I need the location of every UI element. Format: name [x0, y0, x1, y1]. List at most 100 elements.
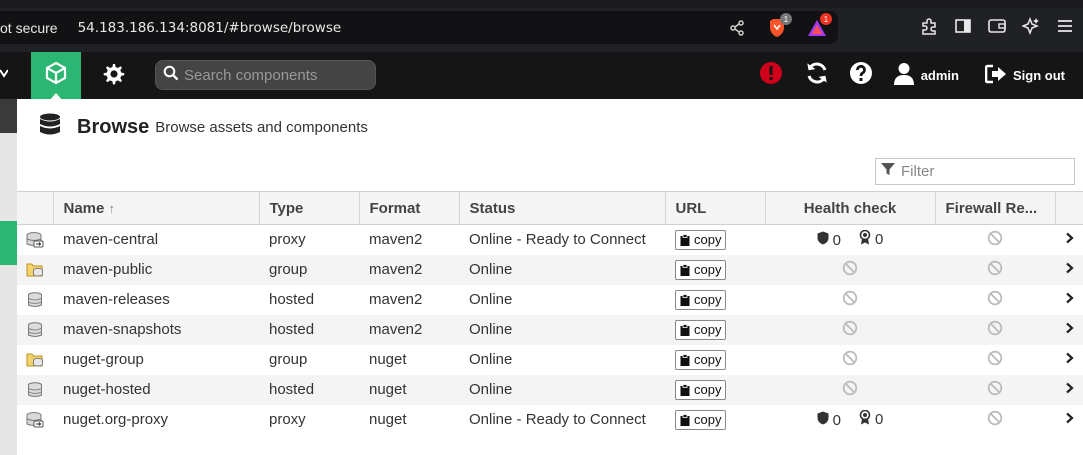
table-row[interactable]: maven-releases hosted maven2 Online copy — [17, 284, 1083, 315]
repo-type-cell — [17, 224, 53, 255]
column-header-firewall[interactable]: Firewall Re... — [935, 191, 1056, 225]
extensions-icon[interactable] — [919, 16, 939, 36]
refresh-button[interactable] — [805, 52, 829, 99]
user-menu[interactable]: admin — [893, 62, 959, 89]
wallet-icon[interactable] — [987, 16, 1007, 36]
copy-url-button[interactable]: copy — [675, 349, 727, 370]
repo-url-cell: copy — [665, 254, 765, 285]
admin-mode-button[interactable] — [100, 62, 128, 90]
share-icon[interactable] — [726, 17, 748, 39]
copy-url-button[interactable]: copy — [675, 319, 727, 340]
not-available-icon — [842, 350, 858, 366]
page-subtitle: Browse assets and components — [155, 119, 368, 136]
table-row[interactable]: nuget.org-proxy proxy nuget Online - Ready … — [17, 404, 1083, 435]
clipboard-icon — [680, 383, 690, 396]
page-header: Browse Browse assets and components — [39, 113, 368, 142]
help-button[interactable] — [849, 52, 873, 99]
row-expand-button[interactable] — [1055, 404, 1083, 435]
not-available-icon — [987, 290, 1003, 306]
chevron-right-icon — [1065, 232, 1074, 244]
health-check-security[interactable]: 0 — [817, 411, 841, 429]
repo-url-cell: copy — [665, 314, 765, 345]
copy-url-button[interactable]: copy — [675, 229, 727, 250]
table-row[interactable]: maven-public group maven2 Online copy — [17, 254, 1083, 285]
repo-format: maven2 — [359, 224, 459, 255]
search-box[interactable] — [155, 60, 376, 90]
repo-type-cell — [17, 314, 53, 345]
search-input[interactable] — [184, 66, 364, 84]
health-check-cell: 00 — [765, 224, 935, 255]
repo-name: maven-snapshots — [53, 314, 259, 345]
browser-toolbar: ot secure 54.183.186.134:8081/#browse/br… — [0, 0, 1083, 52]
alert-icon — [759, 61, 783, 90]
filter-input[interactable] — [901, 163, 1071, 180]
repo-format: maven2 — [359, 314, 459, 345]
column-header-icon — [17, 191, 54, 225]
row-expand-button[interactable] — [1055, 284, 1083, 315]
repo-status: Online - Ready to Connect — [459, 404, 665, 435]
health-check-cell — [765, 254, 935, 285]
repo-name: nuget-group — [53, 344, 259, 375]
repo-type: group — [259, 344, 359, 375]
health-check-cell: 00 — [765, 404, 935, 435]
clipboard-icon — [680, 323, 690, 336]
hosted-repo-icon — [27, 322, 43, 338]
url-text[interactable]: 54.183.186.134:8081/#browse/browse — [78, 20, 342, 36]
table-row[interactable]: nuget-group group nuget Online copy — [17, 344, 1083, 375]
shield-icon — [817, 231, 829, 249]
leo-ai-icon[interactable] — [1021, 16, 1041, 36]
health-check-license[interactable]: 0 — [859, 229, 883, 249]
brave-rewards-icon[interactable]: 1 — [806, 13, 832, 39]
table-row[interactable]: maven-central proxy maven2 Online - Ready t… — [17, 224, 1083, 255]
not-available-icon — [987, 350, 1003, 366]
browse-panel: Browse Browse assets and components Name… — [17, 99, 1083, 455]
proxy-repo-icon — [26, 232, 44, 248]
repo-format: maven2 — [359, 254, 459, 285]
row-expand-button[interactable] — [1055, 314, 1083, 345]
menu-icon[interactable] — [1055, 16, 1075, 36]
shield-icon — [817, 411, 829, 429]
copy-url-button[interactable]: copy — [675, 259, 727, 280]
clipboard-icon — [680, 263, 690, 276]
copy-url-button[interactable]: copy — [675, 379, 727, 400]
row-expand-button[interactable] — [1055, 224, 1083, 255]
column-header-name[interactable]: Name ↑ — [53, 191, 260, 225]
address-bar[interactable]: ot secure 54.183.186.134:8081/#browse/br… — [0, 11, 838, 44]
security-indicator[interactable]: ot secure — [0, 20, 58, 36]
column-header-status[interactable]: Status — [459, 191, 666, 225]
column-header-type[interactable]: Type — [259, 191, 360, 225]
hosted-repo-icon — [27, 382, 43, 398]
sign-out-button[interactable]: Sign out — [984, 64, 1065, 87]
shields-badge: 1 — [780, 13, 792, 25]
copy-url-button[interactable]: copy — [675, 289, 727, 310]
column-header-url[interactable]: URL — [665, 191, 766, 225]
system-alert-button[interactable] — [759, 52, 783, 99]
chevron-right-icon — [1065, 412, 1074, 424]
repo-status: Online — [459, 284, 665, 315]
column-header-format[interactable]: Format — [359, 191, 460, 225]
firewall-cell — [935, 344, 1055, 375]
health-check-security[interactable]: 0 — [817, 231, 841, 249]
row-expand-button[interactable] — [1055, 374, 1083, 405]
sidebar-item-selected[interactable] — [0, 221, 17, 265]
sidebar-toggle-icon[interactable] — [953, 16, 973, 36]
chevron-right-icon — [1065, 262, 1074, 274]
table-row[interactable]: nuget-hosted hosted nuget Online copy — [17, 374, 1083, 405]
copy-url-button[interactable]: copy — [675, 409, 727, 430]
repo-type: hosted — [259, 314, 359, 345]
health-check-cell — [765, 374, 935, 405]
table-row[interactable]: maven-snapshots hosted maven2 Online copy — [17, 314, 1083, 345]
ribbon-icon — [859, 229, 871, 249]
repo-name: maven-public — [53, 254, 259, 285]
column-header-health-check[interactable]: Health check — [765, 191, 936, 225]
row-expand-button[interactable] — [1055, 344, 1083, 375]
repo-status: Online — [459, 254, 665, 285]
ribbon-icon — [859, 409, 871, 429]
repo-format: nuget — [359, 404, 459, 435]
brave-shields-icon[interactable]: 1 — [766, 13, 792, 39]
filter-box[interactable] — [875, 158, 1075, 185]
row-expand-button[interactable] — [1055, 254, 1083, 285]
sidebar-header — [0, 99, 17, 133]
health-check-license[interactable]: 0 — [859, 409, 883, 429]
browse-mode-button[interactable] — [31, 52, 81, 100]
